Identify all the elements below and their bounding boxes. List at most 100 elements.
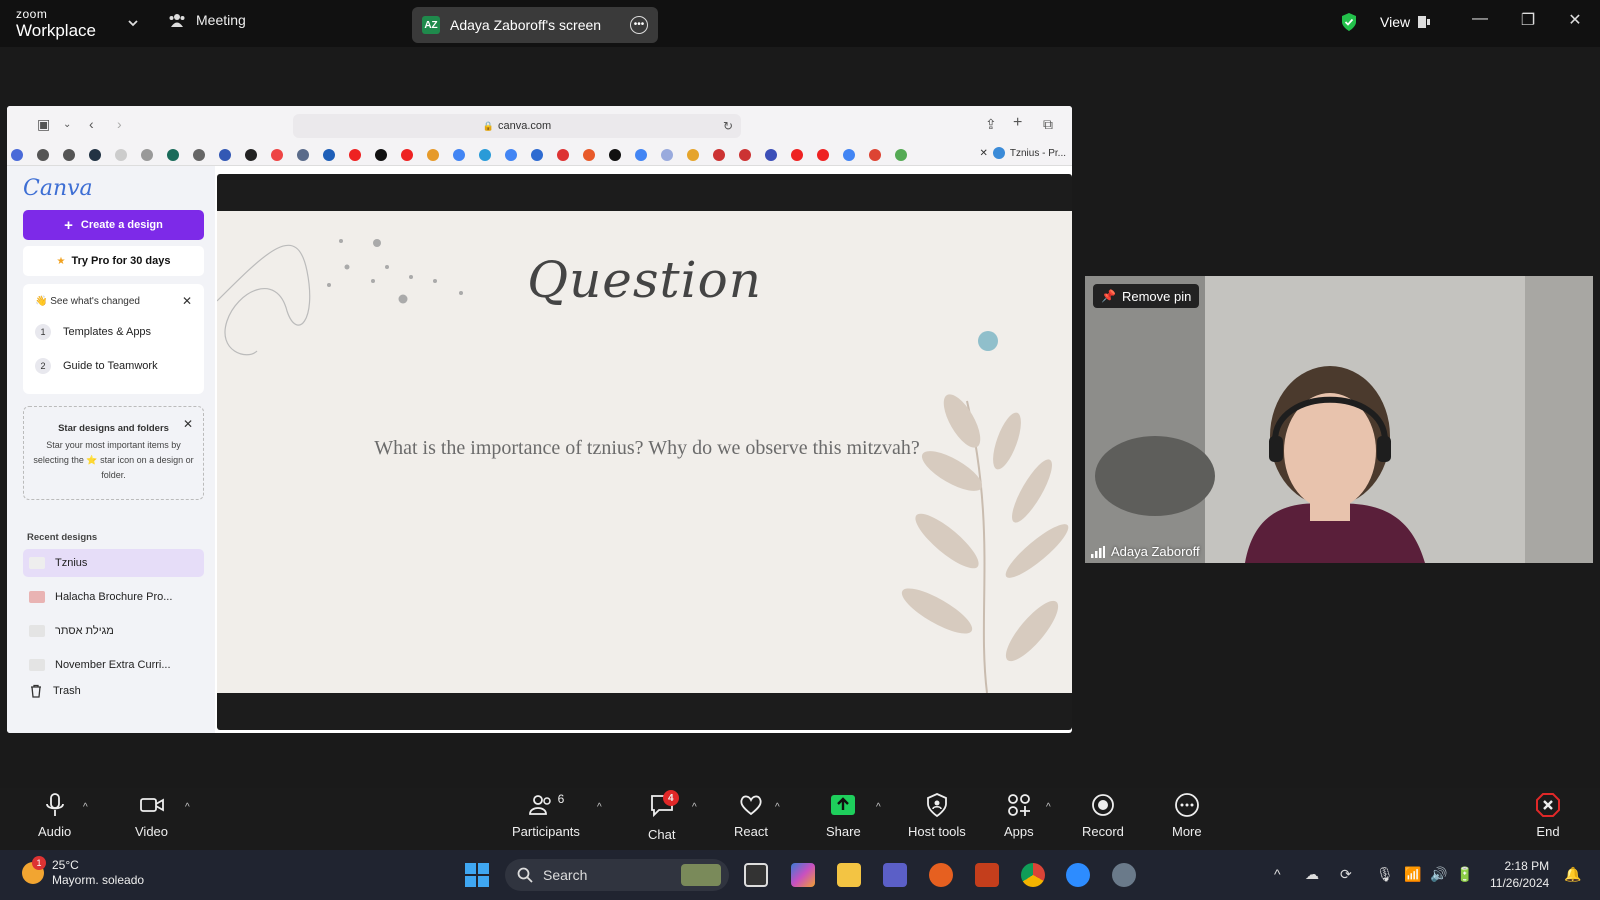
windows-start-icon[interactable] [465,863,489,887]
pinned-tab-icon[interactable] [167,148,179,161]
pinned-tab-icon[interactable] [89,148,101,161]
pinned-tab-icon[interactable] [245,148,257,161]
pinned-tab-icon[interactable] [661,148,673,161]
settings-icon[interactable] [1112,863,1136,887]
host-tools-button[interactable]: Host tools [908,792,966,839]
meeting-menu[interactable]: Meeting [168,12,246,28]
chevron-down-icon[interactable]: ⌄ [63,119,71,130]
pinned-tab-icon[interactable] [609,148,621,161]
share-options-caret-icon[interactable]: ^ [876,802,881,813]
share-button[interactable]: Share [826,792,861,839]
close-icon[interactable]: ✕ [182,294,192,308]
audio-options-caret-icon[interactable]: ^ [83,802,88,813]
pinned-tab-icon[interactable] [63,148,75,161]
pinned-tab-icon[interactable] [895,148,907,161]
close-icon[interactable]: ✕ [1563,10,1587,30]
audio-button[interactable]: Audio [38,792,71,839]
participants-options-caret-icon[interactable]: ^ [597,802,602,813]
system-clock[interactable]: 2:18 PM 11/26/2024 [1490,858,1549,892]
video-button[interactable]: Video [135,792,168,839]
pinned-tab-icon[interactable] [401,148,413,161]
view-menu[interactable]: View [1380,14,1431,30]
apps-button[interactable]: Apps [1004,792,1034,839]
pinned-tab-icon[interactable] [115,148,127,161]
end-meeting-button[interactable]: End [1535,792,1561,839]
pinned-tab-icon[interactable] [297,148,309,161]
battery-icon[interactable]: 🔋 [1456,866,1473,883]
video-options-caret-icon[interactable]: ^ [185,802,190,813]
pinned-tab-icon[interactable] [11,148,23,161]
recent-design-item[interactable]: November Extra Curri... [23,651,204,679]
restore-icon[interactable]: ❐ [1516,10,1540,30]
pinned-tab-icon[interactable] [531,148,543,161]
active-tab[interactable]: ✕ Tznius - Pr... [975,147,1066,159]
back-icon[interactable]: ‹ [89,116,94,132]
pinned-tab-icon[interactable] [869,148,881,161]
pinned-tab-icon[interactable] [583,148,595,161]
sync-icon[interactable]: ⟳ [1340,866,1352,883]
react-options-caret-icon[interactable]: ^ [775,802,780,813]
taskbar-search[interactable]: Search [505,859,729,891]
pinned-tab-icon[interactable] [479,148,491,161]
firefox-icon[interactable] [929,863,953,887]
pinned-tab-icon[interactable] [323,148,335,161]
file-explorer-icon[interactable] [837,863,861,887]
create-design-button[interactable]: + Create a design [23,210,204,240]
task-view-icon[interactable] [744,863,768,887]
weather-widget[interactable]: 1 25°C Mayorm. soleado [22,856,144,888]
pinned-tab-icon[interactable] [193,148,205,161]
more-button[interactable]: More [1172,792,1202,839]
pinned-tab-icon[interactable] [505,148,517,161]
pinned-tab-icon[interactable] [817,148,829,161]
pinned-tab-icon[interactable] [37,148,49,161]
show-hidden-icons-icon[interactable]: ^ [1274,866,1281,882]
volume-icon[interactable]: 🔊 [1430,866,1447,883]
onedrive-icon[interactable]: ☁ [1305,866,1319,883]
slide-canvas[interactable]: Question What is the importance of tzniu… [217,211,1072,693]
pinned-tab-icon[interactable] [271,148,283,161]
pinned-tab-icon[interactable] [739,148,751,161]
forward-icon[interactable]: › [117,116,122,132]
notifications-icon[interactable]: 🔔 [1564,866,1581,883]
new-tab-icon[interactable]: + [1013,114,1022,132]
shared-screen-indicator[interactable]: AZ Adaya Zaboroff's screen ••• [412,7,658,43]
pinned-tab-icon[interactable] [349,148,361,161]
pinned-tab-icon[interactable] [219,148,231,161]
pinned-tab-icon[interactable] [557,148,569,161]
teams-icon[interactable] [883,863,907,887]
chevron-down-icon[interactable] [126,16,140,30]
tab-overview-icon[interactable]: ⧉ [1043,116,1053,133]
pinned-tab-icon[interactable] [141,148,153,161]
pinned-tab-icon[interactable] [453,148,465,161]
pinned-tab-icon[interactable] [843,148,855,161]
recent-design-item[interactable]: Halacha Brochure Pro... [23,583,204,611]
mic-tray-icon[interactable]: 🎙 [1376,866,1394,883]
pinned-tab-icon[interactable] [765,148,777,161]
chat-button[interactable]: 4 Chat [648,790,679,842]
pinned-tab-icon[interactable] [375,148,387,161]
pinned-tab-icon[interactable] [687,148,699,161]
chat-options-caret-icon[interactable]: ^ [692,802,697,813]
minimize-icon[interactable]: — [1468,10,1492,28]
try-pro-button[interactable]: ★ Try Pro for 30 days [23,246,204,276]
wifi-icon[interactable]: 📶 [1404,866,1421,883]
recent-design-item[interactable]: Tznius [23,549,204,577]
address-bar[interactable]: 🔒 canva.com ↻ [293,114,741,138]
recent-design-item[interactable]: מגילת אסתר [23,617,204,645]
powerpoint-icon[interactable] [975,863,999,887]
reload-icon[interactable]: ↻ [723,119,733,133]
pinned-tab-icon[interactable] [713,148,725,161]
participants-button[interactable]: 6 Participants [512,792,580,839]
pinned-tab-icon[interactable] [427,148,439,161]
close-tab-icon[interactable]: ✕ [979,148,987,159]
pinned-tab-icon[interactable] [635,148,647,161]
trash-item[interactable]: Trash [23,677,204,705]
chrome-icon[interactable] [1021,863,1045,887]
security-shield-icon[interactable] [1340,12,1358,32]
whats-changed-item[interactable]: 2 Guide to Teamwork [35,358,158,374]
remove-pin-button[interactable]: 📌 Remove pin [1093,284,1200,308]
close-icon[interactable]: ✕ [183,417,193,431]
pinned-video-tile[interactable]: 📌 Remove pin Adaya Zaboroff [1085,276,1593,563]
zoom-app-icon[interactable] [1066,863,1090,887]
react-button[interactable]: React [734,792,768,839]
